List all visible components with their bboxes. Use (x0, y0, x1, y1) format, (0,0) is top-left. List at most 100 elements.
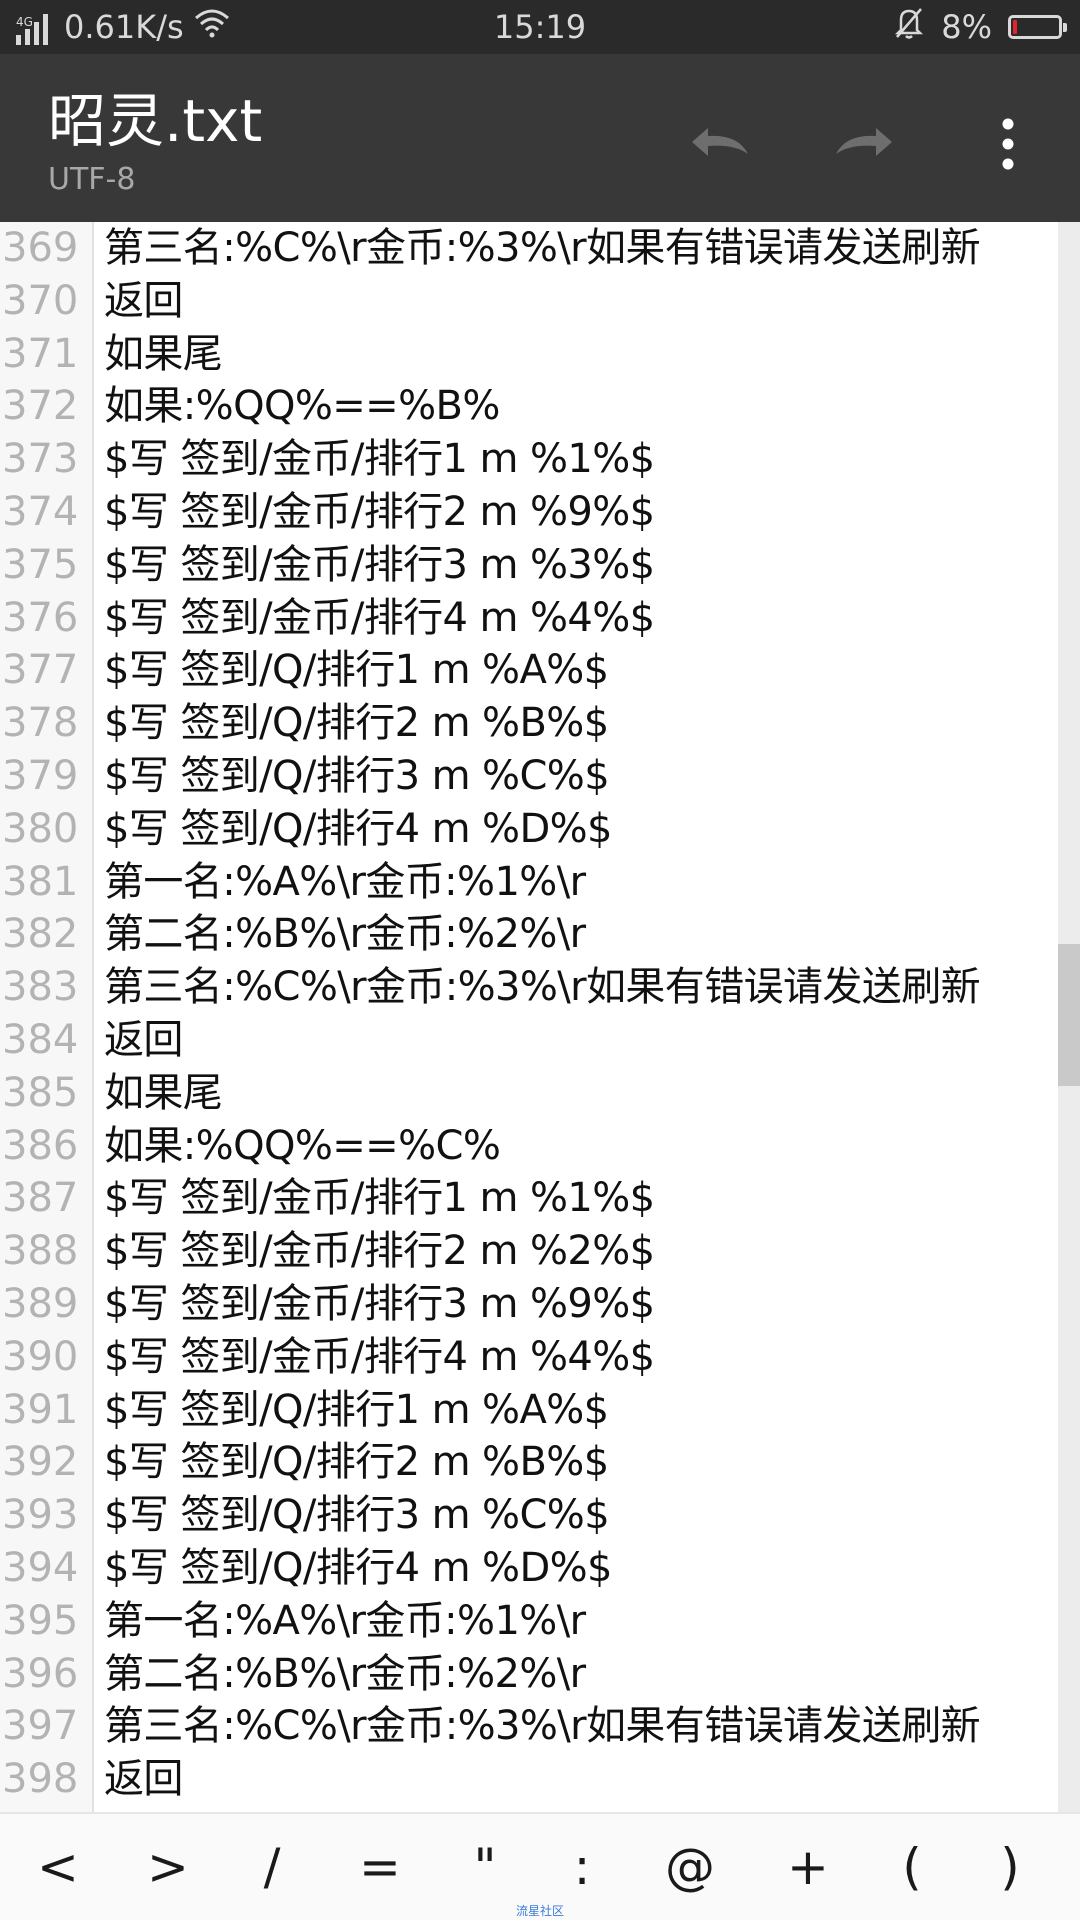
line-number: 395 (2, 1597, 79, 1644)
redo-icon (830, 124, 898, 168)
line-text[interactable]: $写 签到/Q/排行2 m %B%$ (104, 697, 609, 750)
editor-line[interactable]: 375 $写 签到/金币/排行3 m %3%$ (0, 539, 1058, 592)
line-text[interactable]: 第三名:%C%\r金币:%3%\r如果有错误请发送刷新 (104, 961, 981, 1014)
line-number: 376 (2, 594, 79, 641)
line-number: 385 (2, 1069, 79, 1116)
line-text[interactable]: $写 签到/金币/排行4 m %4%$ (104, 1331, 655, 1384)
editor-lines[interactable]: 369 第三名:%C%\r金币:%3%\r如果有错误请发送刷新 370 返回 371 如果… (0, 222, 1058, 1806)
line-number: 384 (2, 1016, 79, 1063)
editor-line[interactable]: 393 $写 签到/Q/排行3 m %C%$ (0, 1489, 1058, 1542)
editor-line[interactable]: 398 返回 (0, 1753, 1058, 1806)
line-number: 378 (2, 700, 79, 747)
line-number: 380 (2, 805, 79, 852)
watermark-text: 流星社区 (515, 1904, 564, 1918)
editor-line[interactable]: 386 如果:%QQ%==%C% (0, 1120, 1058, 1173)
line-text[interactable]: 第一名:%A%\r金币:%1%\r (104, 856, 586, 909)
editor-line[interactable]: 378 $写 签到/Q/排行2 m %B%$ (0, 697, 1058, 750)
line-number: 370 (2, 277, 79, 324)
overflow-dots-icon (1000, 118, 1016, 174)
line-number: 390 (2, 1333, 79, 1380)
editor-line[interactable]: 382 第二名:%B%\r金币:%2%\r (0, 908, 1058, 961)
clock: 15:19 (493, 8, 587, 46)
text-editor-screen: 4G 0.61K/s 15:19 8% 昭灵.txt UTF-8 369 第三名… (0, 0, 1080, 1920)
line-text[interactable]: $写 签到/Q/排行2 m %B%$ (104, 1436, 609, 1489)
line-number: 374 (2, 488, 79, 535)
editor-line[interactable]: 376 $写 签到/金币/排行4 m %4%$ (0, 592, 1058, 645)
editor-line[interactable]: 388 $写 签到/金币/排行2 m %2%$ (0, 1225, 1058, 1278)
line-text[interactable]: $写 签到/金币/排行2 m %9%$ (104, 486, 655, 539)
line-text[interactable]: $写 签到/Q/排行1 m %A%$ (104, 644, 609, 697)
line-text[interactable]: $写 签到/Q/排行4 m %D%$ (104, 803, 613, 856)
line-text[interactable]: 第三名:%C%\r金币:%3%\r如果有错误请发送刷新 (104, 1700, 981, 1753)
line-text[interactable]: $写 签到/金币/排行3 m %9%$ (104, 1278, 655, 1331)
line-text[interactable]: 第三名:%C%\r金币:%3%\r如果有错误请发送刷新 (104, 222, 981, 275)
editor-line[interactable]: 373 $写 签到/金币/排行1 m %1%$ (0, 433, 1058, 486)
text-editor-area[interactable]: 369 第三名:%C%\r金币:%3%\r如果有错误请发送刷新 370 返回 371 如果… (0, 222, 1080, 1812)
editor-line[interactable]: 371 如果尾 (0, 328, 1058, 381)
line-text[interactable]: 第二名:%B%\r金币:%2%\r (104, 1648, 586, 1701)
file-encoding[interactable]: UTF-8 (48, 162, 135, 198)
line-number: 373 (2, 436, 79, 483)
line-number: 371 (2, 330, 79, 377)
editor-line[interactable]: 377 $写 签到/Q/排行1 m %A%$ (0, 644, 1058, 697)
undo-button[interactable] (680, 106, 760, 186)
line-text[interactable]: $写 签到/金币/排行3 m %3%$ (104, 539, 655, 592)
editor-line[interactable]: 372 如果:%QQ%==%B% (0, 380, 1058, 433)
line-number: 372 (2, 383, 79, 430)
battery-level (1013, 20, 1017, 34)
line-number: 387 (2, 1175, 79, 1222)
line-number: 394 (2, 1544, 79, 1591)
editor-line[interactable]: 395 第一名:%A%\r金币:%1%\r (0, 1595, 1058, 1648)
editor-line[interactable]: 384 返回 (0, 1014, 1058, 1067)
editor-line[interactable]: 392 $写 签到/Q/排行2 m %B%$ (0, 1436, 1058, 1489)
editor-line[interactable]: 374 $写 签到/金币/排行2 m %9%$ (0, 486, 1058, 539)
line-text[interactable]: 返回 (104, 1753, 183, 1806)
editor-line[interactable]: 370 返回 (0, 275, 1058, 328)
editor-line[interactable]: 369 第三名:%C%\r金币:%3%\r如果有错误请发送刷新 (0, 222, 1058, 275)
editor-line[interactable]: 383 第三名:%C%\r金币:%3%\r如果有错误请发送刷新 (0, 961, 1058, 1014)
line-number: 383 (2, 964, 79, 1011)
redo-button[interactable] (824, 106, 904, 186)
editor-line[interactable]: 379 $写 签到/Q/排行3 m %C%$ (0, 750, 1058, 803)
line-text[interactable]: 第二名:%B%\r金币:%2%\r (104, 908, 586, 961)
editor-line[interactable]: 380 $写 签到/Q/排行4 m %D%$ (0, 803, 1058, 856)
editor-line[interactable]: 381 第一名:%A%\r金币:%1%\r (0, 856, 1058, 909)
editor-line[interactable]: 397 第三名:%C%\r金币:%3%\r如果有错误请发送刷新 (0, 1700, 1058, 1753)
scrollbar-track[interactable] (1058, 222, 1080, 1812)
editor-line[interactable]: 389 $写 签到/金币/排行3 m %9%$ (0, 1278, 1058, 1331)
line-number: 396 (2, 1650, 79, 1697)
line-text[interactable]: $写 签到/金币/排行2 m %2%$ (104, 1225, 655, 1278)
line-text[interactable]: 第一名:%A%\r金币:%1%\r (104, 1595, 586, 1648)
line-number: 389 (2, 1280, 79, 1327)
editor-line[interactable]: 396 第二名:%B%\r金币:%2%\r (0, 1648, 1058, 1701)
status-left: 4G 0.61K/s (14, 0, 230, 54)
line-number: 391 (2, 1386, 79, 1433)
line-number: 379 (2, 752, 79, 799)
overflow-menu-button[interactable] (968, 106, 1048, 186)
line-text[interactable]: $写 签到/金币/排行1 m %1%$ (104, 1172, 655, 1225)
line-text[interactable]: $写 签到/Q/排行4 m %D%$ (104, 1542, 613, 1595)
line-text[interactable]: 返回 (104, 1014, 183, 1067)
line-text[interactable]: $写 签到/金币/排行4 m %4%$ (104, 592, 655, 645)
editor-line[interactable]: 385 如果尾 (0, 1067, 1058, 1120)
app-bar: 昭灵.txt UTF-8 (0, 54, 1080, 222)
editor-line[interactable]: 387 $写 签到/金币/排行1 m %1%$ (0, 1172, 1058, 1225)
line-number: 393 (2, 1492, 79, 1539)
line-text[interactable]: 如果尾 (104, 1067, 223, 1120)
line-text[interactable]: 如果尾 (104, 328, 223, 381)
line-text[interactable]: $写 签到/金币/排行1 m %1%$ (104, 433, 655, 486)
line-text[interactable]: $写 签到/Q/排行3 m %C%$ (104, 1489, 610, 1542)
editor-line[interactable]: 391 $写 签到/Q/排行1 m %A%$ (0, 1384, 1058, 1437)
line-text[interactable]: 如果:%QQ%==%B% (104, 380, 500, 433)
line-text[interactable]: $写 签到/Q/排行1 m %A%$ (104, 1384, 609, 1437)
line-text[interactable]: $写 签到/Q/排行3 m %C%$ (104, 750, 610, 803)
wifi-icon (194, 8, 230, 46)
line-number: 375 (2, 541, 79, 588)
scrollbar-thumb[interactable] (1058, 944, 1080, 1086)
line-text[interactable]: 如果:%QQ%==%C% (104, 1120, 501, 1173)
line-text[interactable]: 返回 (104, 275, 183, 328)
line-number: 398 (2, 1756, 79, 1803)
editor-line[interactable]: 390 $写 签到/金币/排行4 m %4%$ (0, 1331, 1058, 1384)
line-number: 369 (2, 225, 79, 271)
editor-line[interactable]: 394 $写 签到/Q/排行4 m %D%$ (0, 1542, 1058, 1595)
